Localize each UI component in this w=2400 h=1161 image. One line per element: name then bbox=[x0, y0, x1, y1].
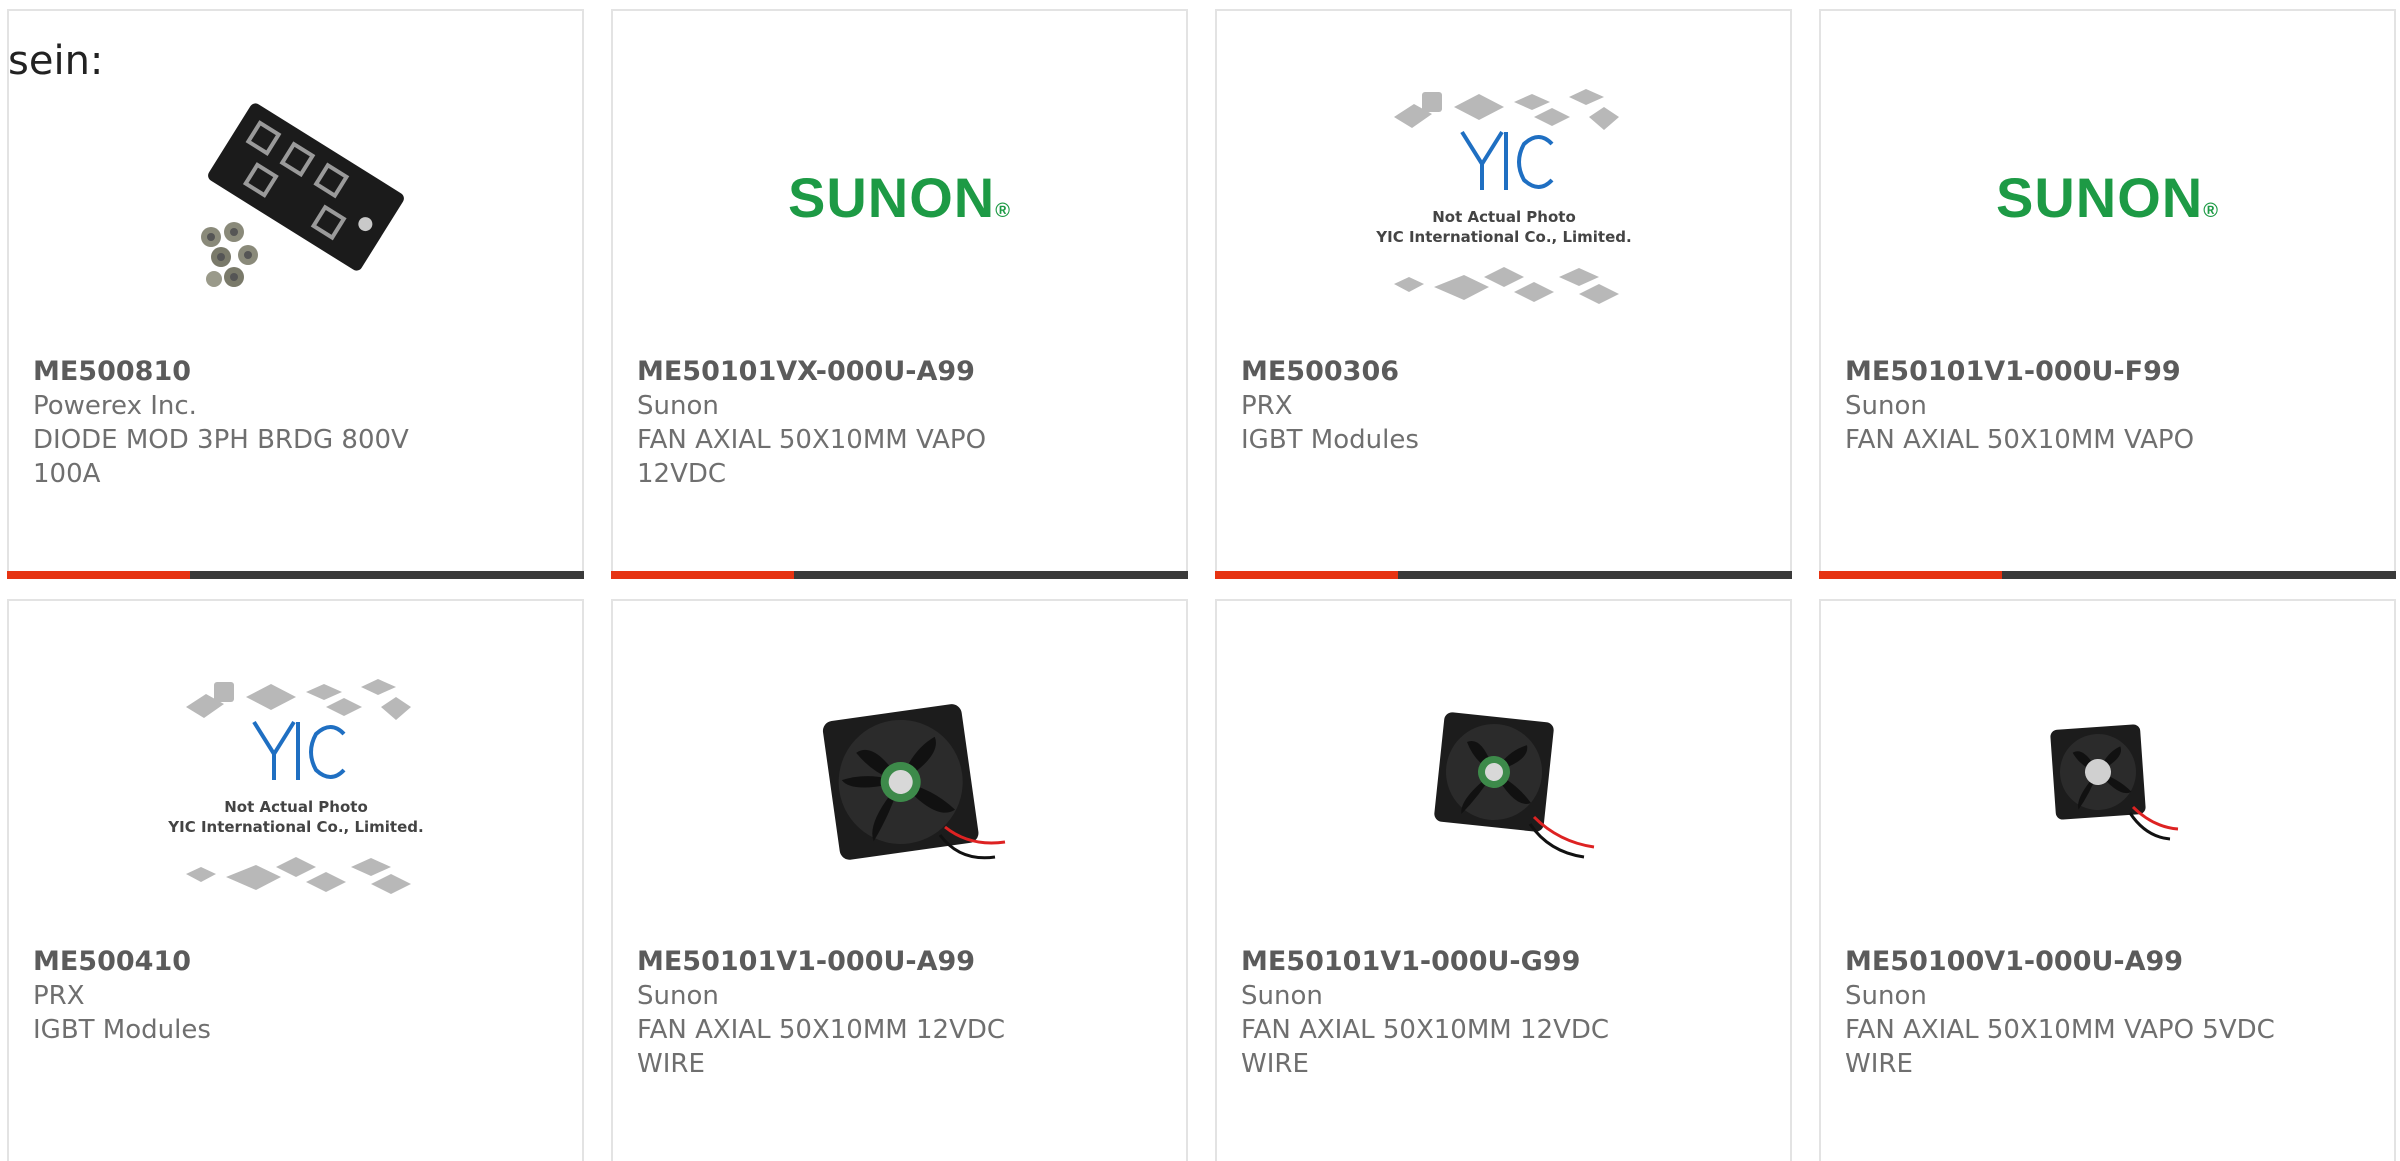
product-image[interactable] bbox=[156, 67, 436, 327]
manufacturer: Sunon bbox=[1241, 981, 1323, 1011]
part-number[interactable]: ME500410 bbox=[33, 945, 558, 979]
product-card[interactable]: ME50100V1-000U-A99 Sunon FAN AXIAL 50X10… bbox=[1819, 599, 2396, 1161]
description: FAN AXIAL 50X10MM VAPO bbox=[1845, 425, 2195, 455]
manufacturer: Sunon bbox=[1845, 981, 1927, 1011]
page: sein: ME500810 Powerex Inc. DIODE MOD 3P… bbox=[0, 0, 2400, 1161]
manufacturer: Sunon bbox=[637, 981, 719, 1011]
product-image[interactable]: SUNON® bbox=[1968, 67, 2248, 327]
sunon-logo-text: SUNON bbox=[788, 165, 996, 229]
manufacturer: Sunon bbox=[637, 391, 719, 421]
sunon-logo: SUNON® bbox=[788, 165, 1011, 230]
product-grid: ME500810 Powerex Inc. DIODE MOD 3PH BRDG… bbox=[7, 9, 2400, 1161]
fan-image bbox=[2049, 724, 2178, 841]
product-image[interactable]: Not Actual Photo YIC International Co., … bbox=[1364, 67, 1644, 327]
yic-placeholder-image: Not Actual Photo YIC International Co., … bbox=[167, 679, 423, 894]
product-card[interactable]: ME500810 Powerex Inc. DIODE MOD 3PH BRDG… bbox=[7, 9, 584, 579]
part-number[interactable]: ME50101V1-000U-F99 bbox=[1845, 355, 2370, 389]
description: DIODE MOD 3PH BRDG 800V 100A bbox=[33, 425, 409, 489]
manufacturer: Powerex Inc. bbox=[33, 391, 197, 421]
fan-image bbox=[822, 704, 1005, 860]
yic-caption-line2: YIC International Co., Limited. bbox=[1375, 228, 1631, 246]
card-bottom-bar bbox=[1819, 571, 2396, 579]
manufacturer: PRX bbox=[1241, 391, 1293, 421]
product-card[interactable]: Not Actual Photo YIC International Co., … bbox=[7, 599, 584, 1161]
product-info: ME50100V1-000U-A99 Sunon FAN AXIAL 50X10… bbox=[1845, 945, 2370, 1081]
product-info: ME50101V1-000U-F99 Sunon FAN AXIAL 50X10… bbox=[1845, 355, 2370, 457]
diode-module-image bbox=[200, 103, 404, 287]
product-image[interactable] bbox=[1968, 657, 2248, 917]
yic-caption-line1: Not Actual Photo bbox=[224, 798, 368, 816]
description: IGBT Modules bbox=[33, 1015, 211, 1045]
card-bottom-bar bbox=[1215, 571, 1792, 579]
manufacturer: Sunon bbox=[1845, 391, 1927, 421]
part-number[interactable]: ME500810 bbox=[33, 355, 558, 389]
registered-mark-icon: ® bbox=[995, 199, 1011, 222]
description: IGBT Modules bbox=[1241, 425, 1419, 455]
description: FAN AXIAL 50X10MM 12VDC WIRE bbox=[637, 1015, 1006, 1079]
product-card[interactable]: SUNON® ME50101V1-000U-F99 Sunon FAN AXIA… bbox=[1819, 9, 2396, 579]
product-info: ME50101V1-000U-A99 Sunon FAN AXIAL 50X10… bbox=[637, 945, 1162, 1081]
card-bottom-bar bbox=[7, 571, 584, 579]
part-number[interactable]: ME50101VX-000U-A99 bbox=[637, 355, 1162, 389]
yic-caption-line1: Not Actual Photo bbox=[1432, 208, 1576, 226]
product-info: ME500810 Powerex Inc. DIODE MOD 3PH BRDG… bbox=[33, 355, 558, 491]
registered-mark-icon: ® bbox=[2203, 199, 2219, 222]
product-card[interactable]: Not Actual Photo YIC International Co., … bbox=[1215, 9, 1792, 579]
card-accent bbox=[611, 571, 794, 579]
product-info: ME50101V1-000U-G99 Sunon FAN AXIAL 50X10… bbox=[1241, 945, 1766, 1081]
part-number[interactable]: ME50100V1-000U-A99 bbox=[1845, 945, 2370, 979]
product-image[interactable] bbox=[760, 657, 1040, 917]
part-number[interactable]: ME50101V1-000U-A99 bbox=[637, 945, 1162, 979]
sunon-logo: SUNON® bbox=[1996, 165, 2219, 230]
card-accent bbox=[1819, 571, 2002, 579]
product-image[interactable]: SUNON® bbox=[760, 67, 1040, 327]
sunon-logo-text: SUNON bbox=[1996, 165, 2204, 229]
product-info: ME50101VX-000U-A99 Sunon FAN AXIAL 50X10… bbox=[637, 355, 1162, 491]
product-image[interactable] bbox=[1364, 657, 1644, 917]
product-image[interactable]: Not Actual Photo YIC International Co., … bbox=[156, 657, 436, 917]
yic-caption-line2: YIC International Co., Limited. bbox=[167, 818, 423, 836]
card-accent bbox=[7, 571, 190, 579]
product-card[interactable]: ME50101V1-000U-A99 Sunon FAN AXIAL 50X10… bbox=[611, 599, 1188, 1161]
card-accent bbox=[1215, 571, 1398, 579]
description: FAN AXIAL 50X10MM 12VDC WIRE bbox=[1241, 1015, 1610, 1079]
product-info: ME500410 PRX IGBT Modules bbox=[33, 945, 558, 1047]
part-number[interactable]: ME50101V1-000U-G99 bbox=[1241, 945, 1766, 979]
fan-image bbox=[1433, 712, 1594, 859]
page-heading: sein: bbox=[8, 38, 104, 84]
part-number[interactable]: ME500306 bbox=[1241, 355, 1766, 389]
product-card[interactable]: ME50101V1-000U-G99 Sunon FAN AXIAL 50X10… bbox=[1215, 599, 1792, 1161]
description: FAN AXIAL 50X10MM VAPO 12VDC bbox=[637, 425, 987, 489]
description: FAN AXIAL 50X10MM VAPO 5VDC WIRE bbox=[1845, 1015, 2275, 1079]
product-info: ME500306 PRX IGBT Modules bbox=[1241, 355, 1766, 457]
manufacturer: PRX bbox=[33, 981, 85, 1011]
yic-placeholder-image: Not Actual Photo YIC International Co., … bbox=[1375, 89, 1631, 304]
card-bottom-bar bbox=[611, 571, 1188, 579]
product-card[interactable]: SUNON® ME50101VX-000U-A99 Sunon FAN AXIA… bbox=[611, 9, 1188, 579]
